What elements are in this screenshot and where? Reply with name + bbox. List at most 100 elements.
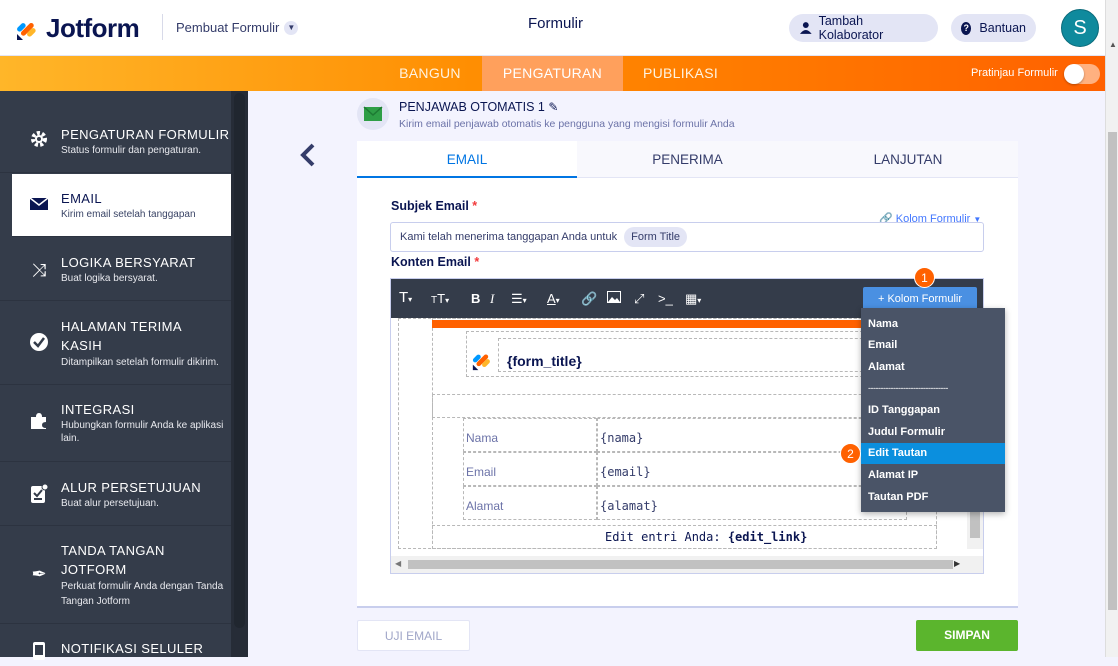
edit-link-prefix: Edit entri Anda: [605, 530, 721, 544]
avatar[interactable]: S [1061, 9, 1099, 47]
jotform-logo-small [471, 348, 493, 377]
text-format-icon[interactable]: T▾ [399, 289, 412, 306]
subject-input[interactable]: Kami telah menerima tanggapan Anda untuk… [390, 222, 984, 252]
tab-publish[interactable]: PUBLIKASI [634, 56, 727, 91]
scroll-up-arrow-icon[interactable]: ▲ [1109, 40, 1117, 49]
sidebar-item-jotform-sign[interactable]: ✒ TANDA TANGAN JOTFORM Perkuat formulir … [0, 527, 231, 624]
editor-horizontal-scrollbar[interactable]: ◀ ▶ [391, 556, 983, 573]
editor-horizontal-thumb[interactable] [408, 560, 953, 569]
dropdown-item-edit-link[interactable]: Edit Tautan [861, 443, 1005, 464]
image-icon[interactable] [607, 291, 621, 306]
font-size-icon[interactable]: TT▾ [431, 291, 449, 306]
top-bar: Jotform Pembuat Formulir ▼ Formulir Tamb… [0, 0, 1105, 56]
link-icon[interactable]: 🔗 [581, 291, 597, 307]
tab-email[interactable]: EMAIL [357, 141, 577, 178]
sidebar-item-thank-you[interactable]: HALAMAN TERIMA KASIH Ditampilkan setelah… [0, 302, 231, 385]
preview-label: Pratinjau Formulir [971, 67, 1058, 79]
sidebar-item-subtitle: Hubungkan formulir Anda ke aplikasi [61, 420, 224, 431]
sidebar-item-subtitle-line2: Tangan Jotform [61, 596, 130, 607]
row-value-email: {email} [600, 465, 651, 479]
tab-build[interactable]: BANGUN [389, 56, 471, 91]
sidebar-item-title-line2: KASIH [61, 338, 103, 353]
settings-sidebar: PENGATURAN FORMULIR Status formulir dan … [0, 91, 248, 660]
user-icon [799, 22, 812, 34]
required-mark: * [472, 199, 478, 213]
sidebar-item-title: NOTIFIKASI SELULER [61, 641, 204, 656]
divider [162, 14, 163, 40]
content-label-text: Konten Email [391, 255, 471, 269]
check-circle-icon [28, 332, 50, 354]
save-button[interactable]: SIMPAN [916, 620, 1018, 651]
row-label-email: Email [466, 465, 497, 479]
main-nav: BANGUN PENGATURAN PUBLIKASI Pratinjau Fo… [0, 56, 1105, 91]
page-scrollbar-thumb[interactable] [1108, 132, 1117, 610]
add-collaborator-button[interactable]: Tambah Kolaborator [789, 14, 938, 42]
email-tabs: EMAIL PENERIMA LANJUTAN [357, 141, 1018, 178]
preview-toggle-knob[interactable] [1064, 64, 1084, 84]
mobile-icon [28, 641, 50, 663]
subject-label-text: Subjek Email [391, 199, 469, 213]
step-badge-1: 1 [914, 267, 935, 288]
sidebar-scrollbar-thumb[interactable] [234, 93, 245, 628]
sidebar-item-email[interactable]: EMAIL Kirim email setelah tanggapan [12, 174, 231, 237]
dropdown-item-pdf-link[interactable]: Tautan PDF [861, 487, 1005, 508]
sidebar-item-subtitle: Ditampilkan setelah formulir dikirim. [61, 357, 219, 368]
content-label: Konten Email * [391, 255, 479, 269]
sidebar-item-form-settings[interactable]: PENGATURAN FORMULIR Status formulir dan … [0, 91, 231, 173]
sidebar-item-title: INTEGRASI [61, 402, 135, 417]
sidebar-item-subtitle: Status formulir dan pengaturan. [61, 145, 202, 156]
sidebar-item-conditional-logic[interactable]: ⤨ LOGIKA BERSYARAT Buat logika bersyarat… [0, 238, 231, 301]
autoresponder-title[interactable]: PENJAWAB OTOMATIS 1 ✎ [399, 100, 558, 114]
fullscreen-icon[interactable]: ⤢ [634, 291, 644, 307]
dropdown-item-submission-id[interactable]: ID Tanggapan [861, 400, 1005, 421]
sidebar-scrollbar[interactable] [231, 91, 248, 657]
sidebar-item-integrations[interactable]: INTEGRASI Hubungkan formulir Anda ke apl… [0, 386, 231, 462]
row-label-name: Nama [466, 431, 499, 445]
edit-link-placeholder: {edit_link} [727, 530, 808, 544]
bold-icon[interactable]: B [471, 291, 480, 306]
page-scrollbar[interactable]: ▲ [1105, 0, 1118, 657]
pencil-icon[interactable]: ✎ [548, 100, 558, 114]
pen-icon: ✒ [31, 564, 47, 584]
table-icon[interactable]: ▦▾ [685, 291, 701, 307]
tab-advanced[interactable]: LANJUTAN [798, 141, 1018, 178]
test-email-button[interactable]: UJI EMAIL [357, 620, 470, 651]
scroll-left-arrow-icon[interactable]: ◀ [395, 559, 401, 568]
help-button[interactable]: ? Bantuan [951, 14, 1036, 42]
dropdown-item-name[interactable]: Nama [861, 314, 1005, 335]
code-icon[interactable]: >_ [658, 291, 673, 306]
tab-recipients[interactable]: PENERIMA [577, 141, 798, 178]
card-bottom-border [357, 606, 1018, 608]
gear-icon [28, 129, 50, 151]
sidebar-item-subtitle-line2: lain. [61, 433, 80, 444]
sidebar-item-title: LOGIKA BERSYARAT [61, 255, 196, 270]
editor-vertical-thumb[interactable] [970, 512, 980, 538]
scroll-right-arrow-icon[interactable]: ▶ [954, 559, 960, 568]
dropdown-item-ip-address[interactable]: Alamat IP [861, 465, 1005, 486]
builder-dropdown[interactable]: Pembuat Formulir ▼ [176, 20, 299, 35]
sidebar-item-subtitle: Perkuat formulir Anda dengan Tanda [61, 581, 224, 592]
jotform-logo-icon [17, 22, 36, 40]
row-value-name: {nama} [600, 431, 644, 445]
tab-settings[interactable]: PENGATURAN [482, 56, 623, 91]
brand-name: Jotform [46, 13, 140, 43]
help-label: Bantuan [979, 21, 1026, 35]
back-chevron-icon[interactable] [300, 143, 316, 174]
dropdown-item-address[interactable]: Alamat [861, 357, 1005, 378]
dropdown-item-email[interactable]: Email [861, 335, 1005, 356]
sidebar-item-title: PENGATURAN FORMULIR [61, 127, 230, 142]
form-title-tag[interactable]: Form Title [624, 227, 688, 247]
form-title-placeholder: {form_title} [507, 353, 582, 369]
sidebar-item-approval-flow[interactable]: ALUR PERSETUJUAN Buat alur persetujuan. [0, 463, 231, 526]
dropdown-item-form-title[interactable]: Judul Formulir [861, 422, 1005, 443]
autoresponder-envelope-icon [357, 98, 389, 130]
autoresponder-title-text: PENJAWAB OTOMATIS 1 [399, 100, 545, 114]
add-collaborator-label: Tambah Kolaborator [818, 14, 884, 42]
jotform-logo[interactable]: Jotform [15, 13, 140, 44]
form-title[interactable]: Formulir [528, 15, 583, 32]
italic-icon[interactable]: I [490, 291, 494, 307]
text-color-icon[interactable]: A▾ [547, 291, 560, 306]
align-icon[interactable]: ☰▾ [511, 291, 527, 307]
sidebar-item-mobile-notifications[interactable]: NOTIFIKASI SELULER [0, 625, 231, 660]
puzzle-icon [28, 411, 50, 433]
